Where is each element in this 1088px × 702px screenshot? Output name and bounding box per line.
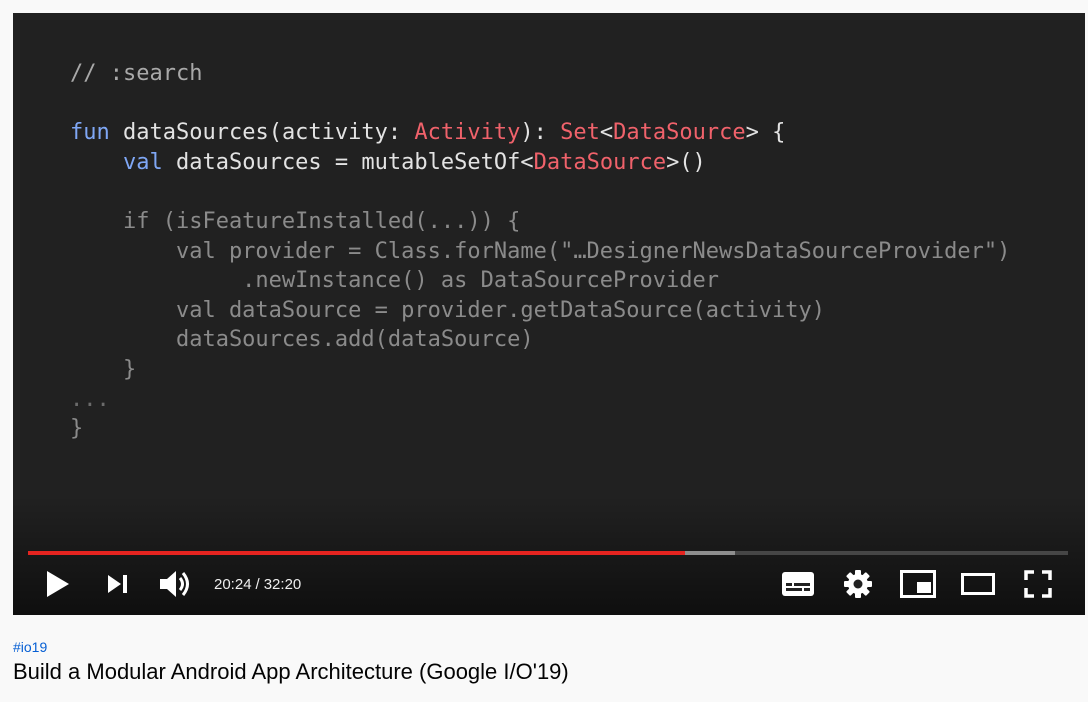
- code-token: :: [387, 120, 415, 146]
- theater-mode-icon: [961, 573, 995, 595]
- played-bar: [28, 551, 686, 555]
- miniplayer-icon: [900, 570, 936, 598]
- code-line: ...: [70, 385, 1010, 415]
- current-time: 20:24: [214, 575, 252, 593]
- code-token: val: [122, 149, 163, 175]
- code-token: dataSources = mutableSetOf<: [162, 149, 534, 175]
- play-icon: [47, 571, 69, 597]
- subtitles-icon: [782, 572, 814, 596]
- video-player[interactable]: // :search fun dataSources(activity: Act…: [13, 13, 1085, 615]
- next-button[interactable]: [94, 561, 142, 607]
- volume-button[interactable]: [152, 561, 200, 607]
- progress-bar[interactable]: [28, 551, 1068, 555]
- code-token: DataSource: [613, 120, 746, 146]
- theater-mode-button[interactable]: [954, 561, 1002, 607]
- code-token: val provider = Class.forName("…DesignerN…: [70, 238, 1011, 264]
- code-token: dataSources(: [109, 120, 282, 146]
- code-line: if (isFeatureInstalled(...)) {: [70, 207, 1010, 237]
- code-line: dataSources.add(dataSource): [70, 325, 1010, 355]
- code-token: DataSource: [533, 149, 667, 175]
- code-token: fun: [70, 120, 110, 146]
- code-line: val dataSource = provider.getDataSource(…: [70, 296, 1010, 326]
- code-token: val dataSource = provider.getDataSource(…: [70, 297, 825, 323]
- settings-button[interactable]: [834, 561, 882, 607]
- volume-icon: [160, 571, 189, 597]
- code-token: activity: [281, 120, 388, 146]
- code-line: }: [70, 355, 1010, 385]
- code-token: ):: [520, 120, 561, 146]
- time-separator: /: [255, 575, 260, 593]
- video-title: Build a Modular Android App Architecture…: [13, 659, 569, 684]
- duration: 32:20: [263, 575, 302, 593]
- player-controls: 20:24 / 32:20: [13, 561, 1085, 607]
- code-token: // :search: [70, 61, 203, 86]
- code-token: Set: [560, 120, 600, 146]
- code-token: .newInstance() as DataSourceProvider: [70, 268, 720, 294]
- fullscreen-button[interactable]: [1014, 561, 1062, 607]
- fullscreen-icon: [1024, 570, 1052, 598]
- code-token: Activity: [414, 120, 521, 146]
- code-token: >(): [666, 149, 706, 175]
- subtitles-button[interactable]: [774, 561, 822, 607]
- code-line: }: [70, 414, 1010, 444]
- hashtag-link[interactable]: #io19: [13, 639, 47, 655]
- skip-next-icon: [108, 575, 127, 593]
- miniplayer-button[interactable]: [894, 561, 942, 607]
- code-line: val dataSources = mutableSetOf<DataSourc…: [70, 148, 1010, 178]
- time-display: 20:24 / 32:20: [214, 561, 301, 607]
- code-token: if (isFeatureInstalled(...)) {: [70, 208, 521, 234]
- code-token: }: [70, 356, 137, 382]
- code-line: val provider = Class.forName("…DesignerN…: [70, 237, 1010, 267]
- code-line: fun dataSources(activity: Activity): Set…: [70, 118, 1010, 148]
- settings-icon: [844, 570, 872, 598]
- play-button[interactable]: [34, 561, 82, 607]
- code-token: <: [599, 120, 614, 146]
- code-token: dataSources.add(dataSource): [70, 327, 534, 353]
- code-token: }: [70, 416, 84, 442]
- slide-code: // :search fun dataSources(activity: Act…: [70, 59, 1010, 444]
- code-line: // :search: [70, 59, 1010, 89]
- code-token: > {: [745, 120, 786, 146]
- code-line: .newInstance() as DataSourceProvider: [70, 266, 1010, 296]
- code-token: ...: [70, 386, 110, 412]
